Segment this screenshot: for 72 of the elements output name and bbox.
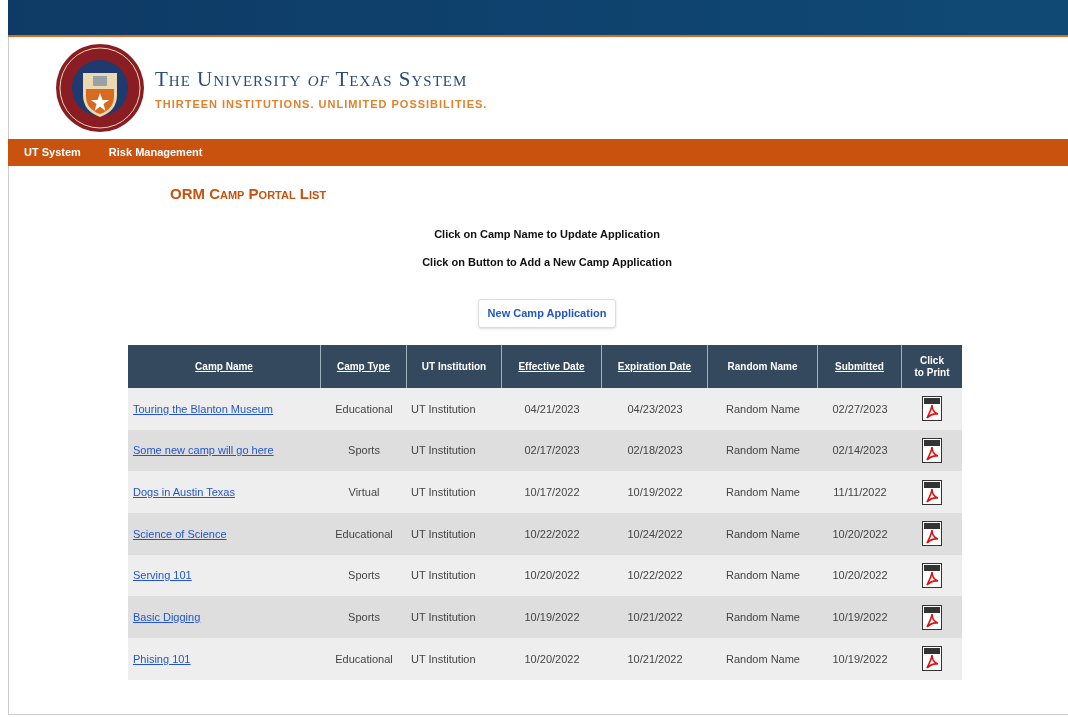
column-header[interactable]: Camp Type: [336, 360, 391, 373]
pdf-icon[interactable]: [922, 646, 942, 672]
table-cell: 10/20/2022: [524, 652, 580, 665]
pdf-icon[interactable]: [922, 521, 942, 547]
table-cell: 10/19/2022: [627, 485, 683, 498]
table-cell: 10/24/2022: [627, 527, 683, 540]
column-header: Random Name: [727, 360, 798, 373]
site-tagline: THIRTEEN INSTITUTIONS. UNLIMITED POSSIBILITIES.: [155, 96, 488, 112]
table-cell: 10/19/2022: [832, 652, 888, 665]
camp-name-link[interactable]: Touring the Blanton Museum: [133, 402, 274, 415]
camp-name-link[interactable]: Some new camp will go here: [133, 444, 274, 457]
table-cell: 10/21/2022: [627, 611, 683, 624]
table-cell: 04/23/2023: [627, 402, 683, 415]
table-cell: UT Institution: [411, 444, 476, 457]
new-camp-button[interactable]: New Camp Application: [477, 299, 617, 328]
table-cell: UT Institution: [411, 402, 476, 415]
table-cell: Sports: [348, 611, 380, 624]
table-cell: 02/14/2023: [832, 444, 888, 457]
table-cell: Sports: [348, 569, 380, 582]
pdf-icon[interactable]: [922, 479, 942, 505]
camp-name-link[interactable]: Phising 101: [133, 652, 191, 665]
table-cell: UT Institution: [411, 527, 476, 540]
table-cell: 04/21/2023: [524, 402, 580, 415]
table-cell: Random Name: [726, 652, 800, 665]
column-header[interactable]: Expiration Date: [617, 360, 692, 373]
pdf-icon[interactable]: [922, 396, 942, 422]
table-cell: 10/19/2022: [832, 611, 888, 624]
camp-name-link[interactable]: Science of Science: [133, 527, 227, 540]
pdf-icon[interactable]: [922, 604, 942, 630]
table-cell: Educational: [335, 652, 393, 665]
column-header[interactable]: Effective Date: [518, 360, 585, 373]
table-cell: Random Name: [726, 485, 800, 498]
column-header[interactable]: Submitted: [835, 360, 884, 373]
table-cell: Random Name: [726, 527, 800, 540]
table-cell: 10/20/2022: [832, 527, 888, 540]
instruction-text: Click on Camp Name to Update Application: [434, 227, 660, 242]
instruction-text: Click on Button to Add a New Camp Application: [422, 254, 672, 270]
table-cell: 10/20/2022: [832, 569, 888, 582]
table-cell: Sports: [348, 444, 380, 457]
table-cell: 02/27/2023: [832, 402, 888, 415]
camp-name-link[interactable]: Serving 101: [133, 569, 192, 582]
camp-name-link[interactable]: Dogs in Austin Texas: [133, 485, 235, 498]
table-cell: 02/17/2023: [524, 444, 580, 457]
column-header: UT Institution: [421, 360, 487, 373]
site-title: The University of Texas System: [155, 66, 469, 93]
table-cell: UT Institution: [411, 652, 476, 665]
pdf-icon[interactable]: [922, 438, 942, 464]
table-cell: UT Institution: [411, 569, 476, 582]
table-cell: Random Name: [726, 569, 800, 582]
nav-link[interactable]: UT System: [24, 144, 81, 161]
camp-name-link[interactable]: Basic Digging: [133, 611, 201, 624]
column-header: Click to Print: [914, 354, 950, 379]
table-cell: 11/11/2022: [833, 485, 887, 498]
table-cell: UT Institution: [411, 485, 476, 498]
table-cell: 10/19/2022: [524, 611, 580, 624]
table-cell: Virtual: [348, 485, 380, 498]
table-cell: 10/22/2022: [627, 569, 683, 582]
table-cell: 10/20/2022: [524, 569, 580, 582]
column-header[interactable]: Camp Name: [195, 360, 253, 373]
table-cell: Random Name: [726, 402, 800, 415]
table-cell: Random Name: [726, 611, 800, 624]
table-cell: Educational: [335, 527, 393, 540]
table-cell: Educational: [335, 402, 393, 415]
table-cell: 10/22/2022: [524, 527, 580, 540]
table-cell: UT Institution: [411, 611, 476, 624]
pdf-icon[interactable]: [922, 563, 942, 589]
table-cell: 02/18/2023: [627, 444, 683, 457]
nav-link[interactable]: Risk Management: [108, 144, 203, 161]
table-cell: 10/17/2022: [524, 485, 580, 498]
table-cell: 10/21/2022: [627, 652, 683, 665]
table-cell: Random Name: [726, 444, 800, 457]
page-title: ORM Camp Portal List: [170, 185, 327, 202]
